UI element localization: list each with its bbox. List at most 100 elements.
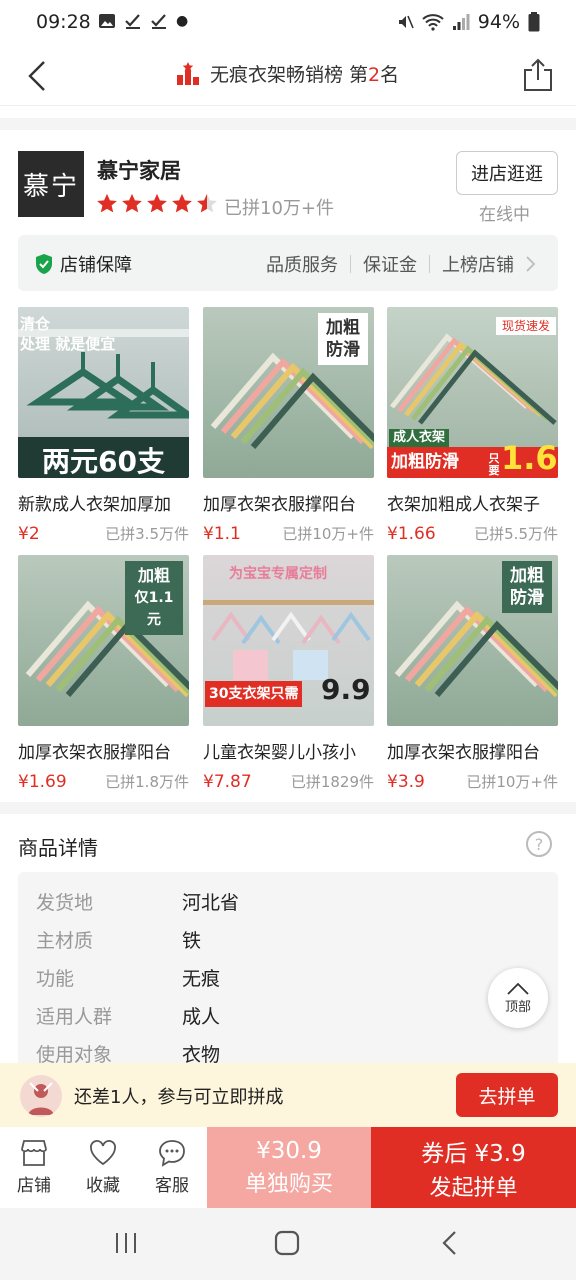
visit-shop-button[interactable]: 进店逛逛 <box>456 151 558 195</box>
image-text: 清仓 <box>20 315 51 333</box>
buy-single-button[interactable]: ¥30.9 单独购买 <box>207 1127 371 1208</box>
shield-icon <box>36 254 52 274</box>
image-tag: 1.6 <box>501 439 558 477</box>
dot-icon: ● <box>176 13 189 29</box>
star-icon <box>97 193 117 213</box>
product-name: 加厚衣架衣服撑阳台 <box>387 743 540 763</box>
product-image[interactable]: 加粗 防滑 <box>387 555 558 726</box>
star-icon <box>147 193 167 213</box>
avatar <box>20 1075 62 1117</box>
back-to-top-button[interactable]: 顶部 <box>488 968 548 1028</box>
status-right: 94% <box>396 11 540 33</box>
top-nav: 无痕衣架畅销榜 第2名 <box>0 46 576 106</box>
home-icon[interactable] <box>273 1229 301 1257</box>
shop-sold-count: 已拼10万+件 <box>224 198 334 219</box>
product-sold: 已拼5.5万件 <box>474 525 558 543</box>
product-price: ¥1.66 <box>387 524 436 544</box>
image-tag: 30支衣架只需 <box>205 681 303 707</box>
product-image[interactable]: 加粗 防滑 <box>203 307 374 478</box>
product-price: ¥2 <box>18 524 40 544</box>
ranking-icon <box>177 61 199 85</box>
product-sold: 已拼3.5万件 <box>105 525 189 543</box>
product-name: 新款成人衣架加厚加 <box>18 495 171 515</box>
image-tag: 加粗防滑 <box>391 452 459 472</box>
bottom-action-bar: 店铺 收藏 客服 ¥30.9 单独购买 券后 ¥3.9 发起拼单 <box>0 1127 576 1208</box>
product-name: 衣架加粗成人衣架子 <box>387 495 540 515</box>
guarantee-item: 保证金 <box>363 255 417 276</box>
image-tag: 加粗 仅1.1元 <box>125 561 183 635</box>
product-card[interactable]: 加粗 仅1.1元 加厚衣架衣服撑阳台 ¥1.69 已拼1.8万件 <box>18 555 189 792</box>
image-tag: 现货速发 <box>495 317 556 335</box>
title-suffix: 名 <box>380 64 400 86</box>
wifi-icon <box>422 14 444 31</box>
product-card[interactable]: 为宝宝专属定制 30支衣架只需 9.9 儿童衣架婴儿小孩小 ¥7.87 已拼18… <box>203 555 374 792</box>
check-icon <box>151 14 166 29</box>
detail-table: 发货地 河北省 主材质铁 功能 无痕 适用人群 成人 使用对象 衣物 <box>18 872 558 1072</box>
join-group-button[interactable]: 去拼单 <box>456 1073 558 1117</box>
detail-row: 功能 无痕 <box>36 968 221 990</box>
star-icon <box>122 193 142 213</box>
mute-icon <box>398 15 414 29</box>
screen: 09:28 ● 94% 无痕衣架畅销榜 第2名 慕宁 慕宁家居 已拼10万+件 … <box>0 0 576 1280</box>
image-tag: 9.9 <box>321 673 371 706</box>
detail-row: 主材质铁 <box>36 930 202 952</box>
section-divider <box>0 118 576 130</box>
start-group-button[interactable]: 券后 ¥3.9 发起拼单 <box>371 1127 576 1208</box>
battery-percent: 94% <box>477 11 520 33</box>
details-title: 商品详情 <box>18 836 98 860</box>
product-sold: 已拼10万+件 <box>466 773 558 791</box>
title-prefix: 无痕衣架畅销榜 第 <box>210 64 369 86</box>
detail-row: 发货地 河北省 <box>36 892 240 914</box>
image-tag: 只要 <box>488 452 500 477</box>
guarantee-label: 店铺保障 <box>60 255 132 276</box>
image-tag: 成人衣架 <box>389 429 450 447</box>
favorite-button[interactable]: 收藏 <box>72 1127 134 1208</box>
rank-number: 2 <box>368 64 381 86</box>
recents-icon[interactable] <box>113 1230 139 1256</box>
image-text: 处理 就是便宜 <box>20 335 116 353</box>
heart-icon <box>90 1140 116 1166</box>
image-tag: 加粗防滑 <box>502 561 552 613</box>
product-price: ¥1.69 <box>18 772 67 792</box>
product-card[interactable]: 加粗 防滑 加厚衣架衣服撑阳台 ¥1.1 已拼10万+件 <box>203 307 374 544</box>
image-text: 两元60支 <box>42 445 165 478</box>
product-name: 加厚衣架衣服撑阳台 <box>203 495 356 515</box>
help-icon[interactable]: ? <box>526 831 552 857</box>
back-icon[interactable] <box>22 56 62 96</box>
page-title: 无痕衣架畅销榜 第2名 <box>176 60 399 87</box>
product-image[interactable]: 现货速发 成人衣架 加粗防滑 只要 1.6 <box>387 307 558 478</box>
product-price: ¥1.1 <box>203 524 241 544</box>
detail-row: 适用人群 成人 <box>36 1006 221 1028</box>
product-price: ¥3.9 <box>387 772 425 792</box>
product-card[interactable]: 加粗 防滑 加厚衣架衣服撑阳台 ¥3.9 已拼10万+件 <box>387 555 558 792</box>
guarantee-item: 上榜店铺 <box>442 255 514 276</box>
half-star-icon <box>197 193 217 213</box>
system-nav-bar <box>0 1208 576 1280</box>
product-card[interactable]: 现货速发 成人衣架 加粗防滑 只要 1.6 衣架加粗成人衣架子 ¥1.66 已拼… <box>387 307 558 544</box>
image-tag: 加粗防滑 <box>318 313 368 365</box>
group-price: 券后 ¥3.9 <box>421 1140 526 1167</box>
customer-service-button[interactable]: 客服 <box>141 1127 203 1208</box>
back-nav-icon[interactable] <box>437 1229 463 1257</box>
chevron-right-icon <box>526 256 536 272</box>
signal-icon <box>452 14 470 30</box>
single-label: 单独购买 <box>244 1171 333 1197</box>
product-name: 加厚衣架衣服撑阳台 <box>18 743 171 763</box>
product-image[interactable]: 清仓 处理 就是便宜 两元60支 <box>18 307 189 478</box>
product-sold: 已拼10万+件 <box>282 525 374 543</box>
star-icon <box>172 193 192 213</box>
product-image[interactable]: 为宝宝专属定制 30支衣架只需 9.9 <box>203 555 374 726</box>
product-image[interactable]: 加粗 仅1.1元 <box>18 555 189 726</box>
product-card[interactable]: 清仓 处理 就是便宜 两元60支 新款成人衣架加厚加 ¥2 已拼3.5万件 <box>18 307 189 544</box>
image-icon <box>99 14 115 28</box>
image-tag: 为宝宝专属定制 <box>229 566 327 582</box>
chat-icon <box>159 1140 185 1167</box>
shop-guarantee[interactable]: 店铺保障 品质服务 保证金 上榜店铺 <box>18 235 558 291</box>
shop-logo[interactable]: 慕宁 <box>18 151 84 217</box>
share-icon[interactable] <box>522 58 554 92</box>
group-label: 发起拼单 <box>429 1175 518 1201</box>
guarantee-item: 品质服务 <box>266 255 338 276</box>
store-button[interactable]: 店铺 <box>3 1127 65 1208</box>
section-divider <box>0 802 576 814</box>
shop-name[interactable]: 慕宁家居 <box>97 155 181 185</box>
